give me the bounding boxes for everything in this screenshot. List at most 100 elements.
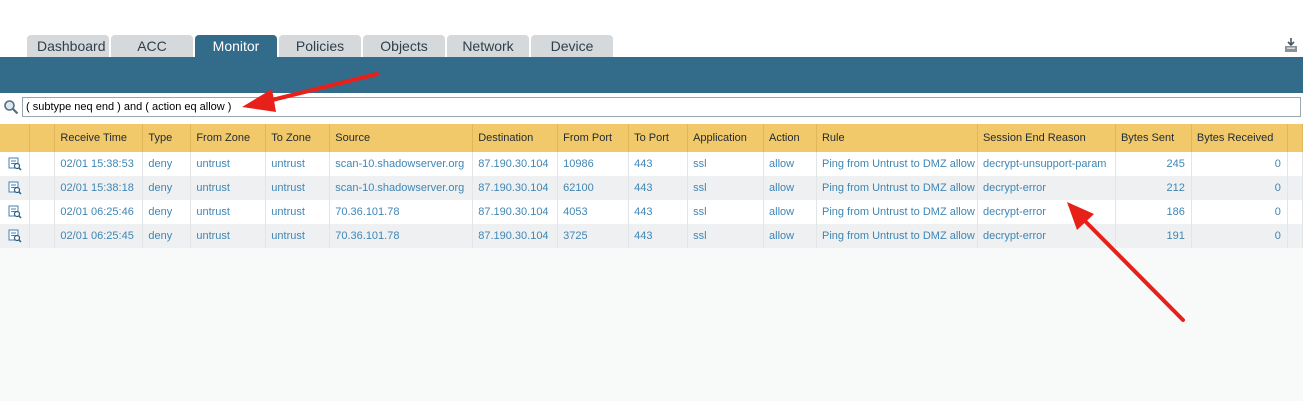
cell-from-port[interactable]: 10986 [557, 152, 630, 176]
cell-action[interactable]: allow [763, 224, 817, 248]
cell-application[interactable]: ssl [687, 224, 765, 248]
header-blank-2 [29, 124, 56, 152]
row-blank-cell [29, 176, 56, 200]
table-row: 02/01 06:25:46 deny untrust untrust 70.3… [0, 200, 1303, 224]
header-blank-end [1287, 124, 1303, 152]
cell-from-port[interactable]: 62100 [557, 176, 630, 200]
tab-device[interactable]: Device [531, 35, 613, 57]
cell-destination[interactable]: 87.190.30.104 [472, 152, 559, 176]
tab-monitor[interactable]: Monitor [195, 35, 277, 57]
cell-to-zone[interactable]: untrust [265, 176, 331, 200]
cell-receive-time[interactable]: 02/01 06:25:46 [54, 200, 144, 224]
log-detail-icon[interactable] [8, 157, 22, 171]
row-detail-cell[interactable] [0, 224, 31, 248]
cell-application[interactable]: ssl [687, 176, 765, 200]
cell-from-zone[interactable]: untrust [190, 176, 267, 200]
cell-from-port[interactable]: 4053 [557, 200, 630, 224]
table-header-row: Receive Time Type From Zone To Zone Sour… [0, 124, 1303, 152]
cell-type[interactable]: deny [142, 152, 192, 176]
cell-receive-time[interactable]: 02/01 15:38:18 [54, 176, 144, 200]
table-row: 02/01 15:38:18 deny untrust untrust scan… [0, 176, 1303, 200]
cell-rule[interactable]: Ping from Untrust to DMZ allow [816, 200, 978, 224]
header-application[interactable]: Application [687, 124, 765, 152]
cell-from-zone[interactable]: untrust [190, 224, 267, 248]
cell-type[interactable]: deny [142, 176, 192, 200]
row-detail-cell[interactable] [0, 176, 31, 200]
header-rule[interactable]: Rule [816, 124, 978, 152]
tab-policies[interactable]: Policies [279, 35, 361, 57]
header-type[interactable]: Type [142, 124, 192, 152]
cell-source[interactable]: scan-10.shadowserver.org [329, 176, 474, 200]
cell-action[interactable]: allow [763, 176, 817, 200]
cell-session-end-reason[interactable]: decrypt-error [977, 224, 1116, 248]
cell-to-port[interactable]: 443 [628, 224, 689, 248]
cell-session-end-reason[interactable]: decrypt-error [977, 176, 1116, 200]
cell-destination[interactable]: 87.190.30.104 [472, 176, 559, 200]
magnifier-icon[interactable] [3, 99, 19, 115]
tab-objects[interactable]: Objects [363, 35, 445, 57]
export-icon[interactable] [1283, 36, 1299, 54]
cell-receive-time[interactable]: 02/01 15:38:53 [54, 152, 144, 176]
cell-bytes-received[interactable]: 0 [1191, 224, 1288, 248]
cell-type[interactable]: deny [142, 200, 192, 224]
header-bytes-sent[interactable]: Bytes Sent [1115, 124, 1192, 152]
row-blank-cell [29, 224, 56, 248]
cell-rule[interactable]: Ping from Untrust to DMZ allow [816, 152, 978, 176]
cell-action[interactable]: allow [763, 152, 817, 176]
cell-bytes-sent[interactable]: 186 [1115, 200, 1192, 224]
header-to-port[interactable]: To Port [628, 124, 689, 152]
log-detail-icon[interactable] [8, 229, 22, 243]
cell-from-zone[interactable]: untrust [190, 152, 267, 176]
cell-to-zone[interactable]: untrust [265, 224, 331, 248]
row-detail-cell[interactable] [0, 200, 31, 224]
header-source[interactable]: Source [329, 124, 474, 152]
cell-bytes-sent[interactable]: 191 [1115, 224, 1192, 248]
row-blank-cell [29, 200, 56, 224]
header-session-end-reason[interactable]: Session End Reason [977, 124, 1116, 152]
cell-session-end-reason[interactable]: decrypt-error [977, 200, 1116, 224]
cell-action[interactable]: allow [763, 200, 817, 224]
main-tabs: Dashboard ACC Monitor Policies Objects N… [27, 35, 613, 57]
cell-receive-time[interactable]: 02/01 06:25:45 [54, 224, 144, 248]
cell-type[interactable]: deny [142, 224, 192, 248]
header-from-zone[interactable]: From Zone [190, 124, 267, 152]
cell-to-port[interactable]: 443 [628, 176, 689, 200]
cell-bytes-sent[interactable]: 212 [1115, 176, 1192, 200]
cell-bytes-sent[interactable]: 245 [1115, 152, 1192, 176]
cell-bytes-received[interactable]: 0 [1191, 152, 1288, 176]
monitor-header-bar [0, 57, 1303, 93]
row-blank-end [1287, 200, 1303, 224]
cell-application[interactable]: ssl [687, 152, 765, 176]
cell-rule[interactable]: Ping from Untrust to DMZ allow [816, 224, 978, 248]
cell-rule[interactable]: Ping from Untrust to DMZ allow [816, 176, 978, 200]
cell-bytes-received[interactable]: 0 [1191, 200, 1288, 224]
cell-source[interactable]: scan-10.shadowserver.org [329, 152, 474, 176]
table-row: 02/01 15:38:53 deny untrust untrust scan… [0, 152, 1303, 176]
cell-from-port[interactable]: 3725 [557, 224, 630, 248]
header-from-port[interactable]: From Port [557, 124, 630, 152]
cell-session-end-reason[interactable]: decrypt-unsupport-param [977, 152, 1116, 176]
tab-dashboard[interactable]: Dashboard [27, 35, 109, 57]
cell-destination[interactable]: 87.190.30.104 [472, 200, 559, 224]
cell-to-port[interactable]: 443 [628, 152, 689, 176]
cell-from-zone[interactable]: untrust [190, 200, 267, 224]
row-detail-cell[interactable] [0, 152, 31, 176]
cell-application[interactable]: ssl [687, 200, 765, 224]
filter-input[interactable]: ( subtype neq end ) and ( action eq allo… [22, 97, 1301, 117]
header-destination[interactable]: Destination [472, 124, 559, 152]
tab-network[interactable]: Network [447, 35, 529, 57]
cell-bytes-received[interactable]: 0 [1191, 176, 1288, 200]
log-detail-icon[interactable] [8, 205, 22, 219]
tab-acc[interactable]: ACC [111, 35, 193, 57]
header-action[interactable]: Action [763, 124, 817, 152]
log-detail-icon[interactable] [8, 181, 22, 195]
cell-to-zone[interactable]: untrust [265, 200, 331, 224]
header-to-zone[interactable]: To Zone [265, 124, 331, 152]
cell-to-zone[interactable]: untrust [265, 152, 331, 176]
header-bytes-received[interactable]: Bytes Received [1191, 124, 1288, 152]
cell-to-port[interactable]: 443 [628, 200, 689, 224]
cell-destination[interactable]: 87.190.30.104 [472, 224, 559, 248]
cell-source[interactable]: 70.36.101.78 [329, 200, 474, 224]
header-receive-time[interactable]: Receive Time [54, 124, 144, 152]
cell-source[interactable]: 70.36.101.78 [329, 224, 474, 248]
